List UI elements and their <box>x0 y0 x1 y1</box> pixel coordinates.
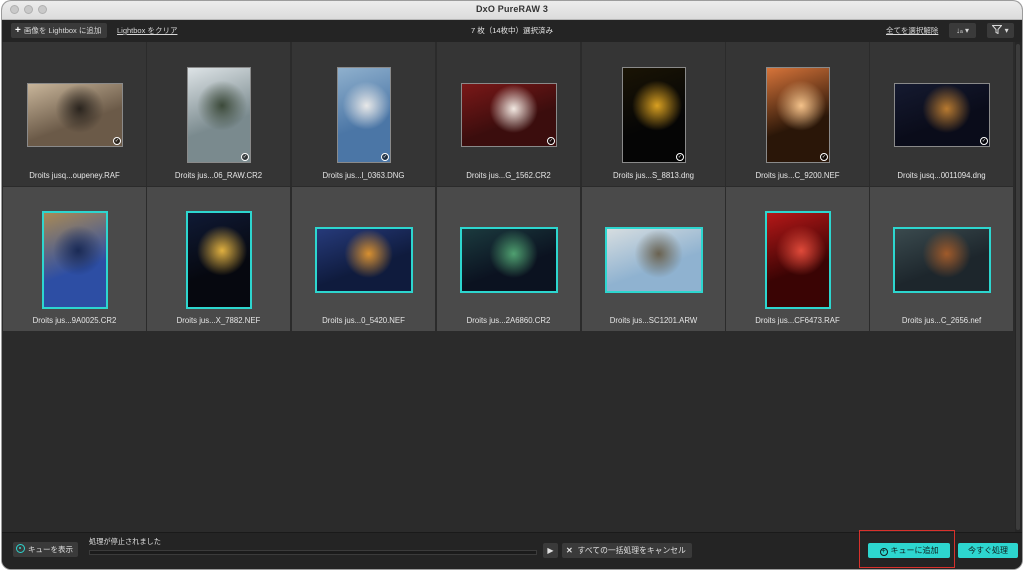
play-icon: ▶ <box>547 546 554 555</box>
image-filename: Droits jus...X_7882.NEF <box>176 316 261 325</box>
image-thumbnail[interactable] <box>187 67 251 163</box>
image-cell[interactable]: Droits jus...C_2656.nef <box>870 187 1013 331</box>
show-queue-button[interactable]: キューを表示 <box>13 542 78 557</box>
sort-icon: ↓a ▾ <box>955 26 970 35</box>
close-icon: ✕ <box>566 546 573 555</box>
bottom-bar: キューを表示 処理が停止されました ▶ ✕ すべての一括処理をキャンセル + キュー… <box>2 532 1022 569</box>
deselect-all-link[interactable]: 全てを選択解除 <box>886 25 938 36</box>
cancel-all-button[interactable]: ✕ すべての一括処理をキャンセル <box>562 543 692 558</box>
image-cell[interactable]: ✓ Droits jus...C_9200.NEF <box>726 42 869 186</box>
play-button[interactable]: ▶ <box>543 543 558 558</box>
image-filename: Droits jus...C_2656.nef <box>901 316 982 325</box>
filter-icon: ▾ <box>991 25 1009 35</box>
title-bar: DxO PureRAW 3 <box>2 1 1022 20</box>
progress-bar <box>89 550 537 555</box>
top-toolbar: + 画像を Lightbox に追加 Lightbox をクリア 7 枚（14枚中… <box>2 20 1022 42</box>
selection-status: 7 枚（14枚中）選択済み <box>470 26 554 35</box>
processing-status: 処理が停止されました <box>89 537 161 546</box>
image-cell[interactable]: ✓ Droits jus...06_RAW.CR2 <box>147 42 290 186</box>
image-filename: Droits jusq...oupeney.RAF <box>29 171 120 180</box>
image-cell[interactable]: ✓ Droits jus...G_1562.CR2 <box>437 42 580 186</box>
process-now-button[interactable]: 今すぐ処理 <box>958 543 1018 558</box>
image-cell[interactable]: Droits jus...CF6473.RAF <box>726 187 869 331</box>
image-thumbnail[interactable] <box>315 227 413 293</box>
image-cell[interactable]: ✓ Droits jusq...oupeney.RAF <box>3 42 146 186</box>
sort-button[interactable]: ↓a ▾ <box>949 23 976 38</box>
image-filename: Droits jusq...0011094.dng <box>897 171 986 180</box>
image-grid: ✓ Droits jusq...oupeney.RAF ✓ Droits jus...… <box>2 42 1014 532</box>
image-thumbnail[interactable] <box>42 211 108 309</box>
image-thumbnail[interactable] <box>766 67 830 163</box>
add-to-queue-button[interactable]: + キューに追加 <box>868 543 950 558</box>
image-thumbnail[interactable] <box>765 211 831 309</box>
image-cell[interactable]: Droits jus...0_5420.NEF <box>292 187 435 331</box>
checkmark-icon: ✓ <box>980 137 988 145</box>
add-to-queue-label: キューに追加 <box>890 546 939 555</box>
scrollbar[interactable] <box>1015 42 1022 532</box>
scrollbar-thumb[interactable] <box>1016 44 1020 530</box>
image-cell[interactable]: Droits jus...SC1201.ARW <box>582 187 725 331</box>
image-cell[interactable]: ✓ Droits jus...S_8813.dng <box>582 42 725 186</box>
image-cell[interactable]: Droits jus...2A6860.CR2 <box>437 187 580 331</box>
image-thumbnail[interactable] <box>186 211 252 309</box>
checkmark-icon: ✓ <box>676 153 684 161</box>
checkmark-icon: ✓ <box>113 137 121 145</box>
image-filename: Droits jus...9A0025.CR2 <box>32 316 117 325</box>
add-circle-icon: + <box>879 548 888 556</box>
image-thumbnail[interactable] <box>461 83 557 147</box>
filter-button[interactable]: ▾ <box>987 23 1014 38</box>
app-window: DxO PureRAW 3 + 画像を Lightbox に追加 Lightbox… <box>2 1 1022 569</box>
image-cell[interactable]: ✓ Droits jus...l_0363.DNG <box>292 42 435 186</box>
checkmark-icon: ✓ <box>820 153 828 161</box>
checkmark-icon: ✓ <box>547 137 555 145</box>
image-cell[interactable]: Droits jus...9A0025.CR2 <box>3 187 146 331</box>
image-thumbnail[interactable] <box>622 67 686 163</box>
image-thumbnail[interactable] <box>894 83 990 147</box>
image-filename: Droits jus...0_5420.NEF <box>322 316 405 325</box>
image-thumbnail[interactable] <box>605 227 703 293</box>
image-filename: Droits jus...S_8813.dng <box>612 171 695 180</box>
image-filename: Droits jus...l_0363.DNG <box>322 171 405 180</box>
checkmark-icon: ✓ <box>381 153 389 161</box>
checkmark-icon: ✓ <box>241 153 249 161</box>
image-filename: Droits jus...CF6473.RAF <box>755 316 840 325</box>
image-thumbnail[interactable] <box>337 67 391 163</box>
image-filename: Droits jus...SC1201.ARW <box>609 316 698 325</box>
image-filename: Droits jus...2A6860.CR2 <box>466 316 551 325</box>
image-thumbnail[interactable] <box>893 227 991 293</box>
image-filename: Droits jus...06_RAW.CR2 <box>174 171 263 180</box>
image-cell[interactable]: ✓ Droits jusq...0011094.dng <box>870 42 1013 186</box>
image-filename: Droits jus...C_9200.NEF <box>755 171 840 180</box>
process-now-label: 今すぐ処理 <box>968 546 1008 555</box>
window-title: DxO PureRAW 3 <box>475 4 549 14</box>
cancel-all-label: すべての一括処理をキャンセル <box>577 546 686 555</box>
show-queue-label: キューを表示 <box>28 545 73 554</box>
image-cell[interactable]: Droits jus...X_7882.NEF <box>147 187 290 331</box>
image-thumbnail[interactable] <box>460 227 558 293</box>
image-thumbnail[interactable] <box>27 83 123 147</box>
image-filename: Droits jus...G_1562.CR2 <box>466 171 551 180</box>
queue-icon <box>16 544 25 553</box>
